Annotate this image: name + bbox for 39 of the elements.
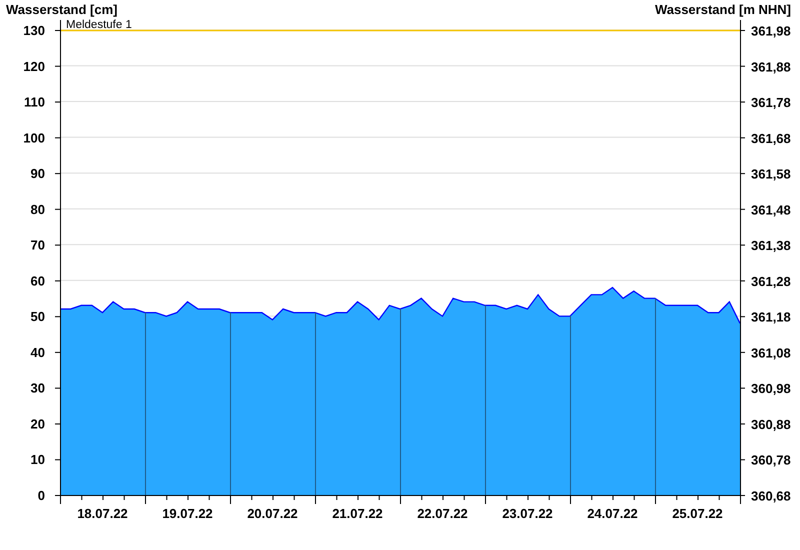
x-tick-label: 22.07.22 xyxy=(417,506,468,521)
x-tick-label: 18.07.22 xyxy=(77,506,128,521)
y-tick-label: 50 xyxy=(30,309,45,324)
right-tick-label: 360,88 xyxy=(751,416,791,432)
right-tick-label: 360,98 xyxy=(751,381,791,396)
y-tick-label: 0 xyxy=(38,488,45,503)
x-tick-label: 20.07.22 xyxy=(247,506,298,521)
right-tick-label: 361,28 xyxy=(751,274,791,289)
x-tick-label: 19.07.22 xyxy=(162,506,213,521)
y-tick-label: 70 xyxy=(30,238,45,253)
right-tick-label: 361,08 xyxy=(751,345,791,360)
right-tick-label: 360,68 xyxy=(751,488,791,504)
right-tick-label: 361,88 xyxy=(751,59,791,74)
y-tick-label: 40 xyxy=(30,344,45,360)
threshold-label: Meldestufe 1 xyxy=(66,19,132,31)
x-tick-label: 24.07.22 xyxy=(587,506,638,521)
y-tick-label: 110 xyxy=(24,94,45,110)
y-tick-label: 90 xyxy=(30,166,45,182)
right-tick-label: 361,38 xyxy=(751,238,791,254)
y-tick-label: 30 xyxy=(30,380,45,396)
right-axis-title: Wasserstand [m NHN] xyxy=(654,2,791,17)
y-tick-label: 10 xyxy=(30,452,45,468)
right-tick-label: 361,58 xyxy=(751,166,791,182)
right-tick-label: 360,78 xyxy=(751,452,791,468)
y-tick-label: 60 xyxy=(30,273,45,288)
y-tick-label: 100 xyxy=(23,130,45,146)
y-tick-label: 20 xyxy=(30,416,45,432)
right-tick-label: 361,68 xyxy=(751,130,791,146)
right-tick-label: 361,48 xyxy=(751,202,791,218)
x-tick-label: 23.07.22 xyxy=(502,506,553,521)
y-tick-label: 120 xyxy=(23,58,45,74)
y-tick-label: 80 xyxy=(30,202,45,217)
right-tick-label: 361,98 xyxy=(751,24,791,38)
left-axis-title: Wasserstand [cm] xyxy=(6,2,118,17)
x-tick-label: 25.07.22 xyxy=(672,506,723,521)
right-tick-label: 361,78 xyxy=(751,95,791,110)
x-tick-label: 21.07.22 xyxy=(332,506,383,521)
y-tick-label: 130 xyxy=(23,23,45,38)
right-tick-label: 361,18 xyxy=(751,310,791,325)
